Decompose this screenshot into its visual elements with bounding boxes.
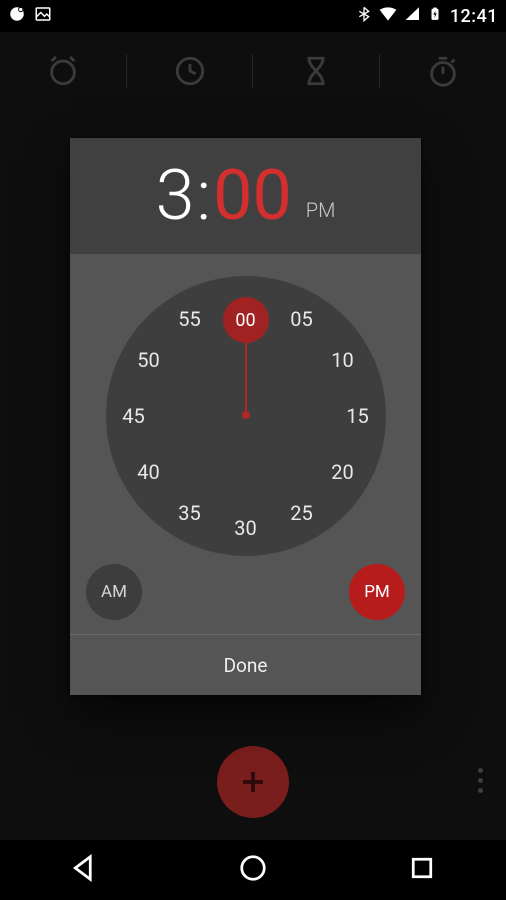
done-button[interactable]: Done [70,634,421,695]
android-status-bar: 12:41 [0,0,506,32]
pm-button[interactable]: PM [349,564,405,620]
add-alarm-fab[interactable] [217,746,289,818]
overflow-menu-button[interactable] [468,760,492,800]
minute-tick-35[interactable]: 35 [170,498,210,528]
hour-display[interactable]: 3 [156,161,195,231]
nav-home-button[interactable] [238,853,268,887]
pm-label: PM [364,582,390,602]
cell-signal-icon [404,5,422,28]
ampm-display: PM [306,198,336,222]
am-label: AM [101,582,127,602]
nav-recent-button[interactable] [407,853,437,887]
minute-tick-50[interactable]: 50 [129,345,169,375]
minute-tick-30[interactable]: 30 [226,513,266,543]
wifi-icon [378,4,398,29]
clock-app: 3 : 00 PM 00 0510 15 2025 30 3540 45 5055 AM P… [0,32,506,840]
time-picker-dialog: 3 : 00 PM 00 0510 15 2025 30 3540 45 5055 AM P… [70,138,421,695]
bluetooth-icon [356,6,372,27]
picture-icon [34,5,52,28]
minute-tick-55[interactable]: 55 [170,304,210,334]
minute-tick-15[interactable]: 15 [338,401,378,431]
nav-back-button[interactable] [69,853,99,887]
status-time: 12:41 [450,6,498,27]
minute-tick-20[interactable]: 20 [322,457,362,487]
minute-display[interactable]: 00 [213,161,292,231]
done-label: Done [224,654,268,677]
selected-minute-label: 00 [235,310,255,331]
time-colon: : [196,161,211,231]
minute-tick-45[interactable]: 45 [114,401,154,431]
selected-minute-thumb[interactable]: 00 [223,297,269,343]
clock-area: 00 0510 15 2025 30 3540 45 5055 AM PM [70,254,421,634]
minute-tick-40[interactable]: 40 [129,457,169,487]
am-button[interactable]: AM [86,564,142,620]
chrome-icon [8,5,26,28]
android-nav-bar [0,840,506,900]
minute-tick-25[interactable]: 25 [282,498,322,528]
battery-charging-icon [428,4,442,29]
minute-tick-10[interactable]: 10 [322,345,362,375]
clock-face[interactable]: 00 0510 15 2025 30 3540 45 5055 [106,276,386,556]
time-display: 3 : 00 PM [70,138,421,254]
minute-tick-05[interactable]: 05 [282,304,322,334]
